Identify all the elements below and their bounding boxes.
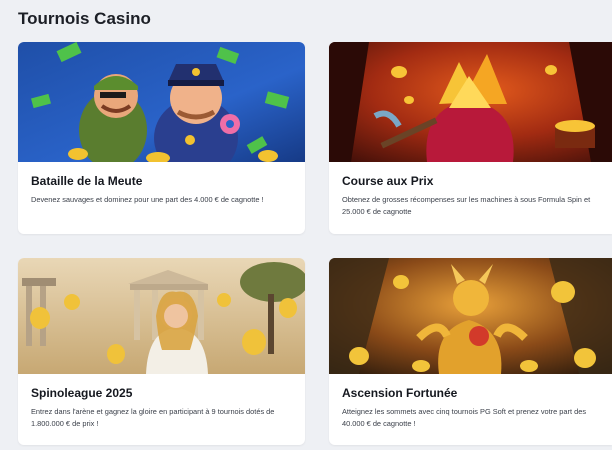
gold-mine-treasure-art bbox=[329, 42, 612, 162]
tournament-card-spinoleague[interactable]: Spinoleague 2025 Entrez dans l'arène et … bbox=[18, 258, 305, 445]
tournament-card-bataille[interactable]: Bataille de la Meute Devenez sauvages et… bbox=[18, 42, 305, 234]
card-title: Spinoleague 2025 bbox=[31, 386, 133, 400]
golden-dragon-art bbox=[329, 258, 612, 374]
card-title: Ascension Fortunée bbox=[342, 386, 458, 400]
card-description: Devenez sauvages et dominez pour une par… bbox=[31, 195, 264, 204]
card-description: Atteignez les sommets avec cinq tournois… bbox=[342, 407, 587, 428]
card-description: Obtenez de grosses récompenses sur les m… bbox=[342, 195, 591, 216]
tournaments-page: Tournois Casino Bataille de la Meute Dev… bbox=[0, 0, 612, 450]
greek-goddess-temple-art bbox=[18, 258, 305, 374]
card-title: Bataille de la Meute bbox=[31, 174, 143, 188]
tournament-card-ascension[interactable]: Ascension Fortunée Atteignez les sommets… bbox=[329, 258, 612, 445]
card-description: Entrez dans l'arène et gagnez la gloire … bbox=[31, 407, 275, 428]
card-title: Course aux Prix bbox=[342, 174, 434, 188]
cartoon-bandit-and-police-art bbox=[18, 42, 305, 162]
tournament-card-course[interactable]: Course aux Prix Obtenez de grosses récom… bbox=[329, 42, 612, 234]
page-title: Tournois Casino bbox=[18, 9, 151, 28]
